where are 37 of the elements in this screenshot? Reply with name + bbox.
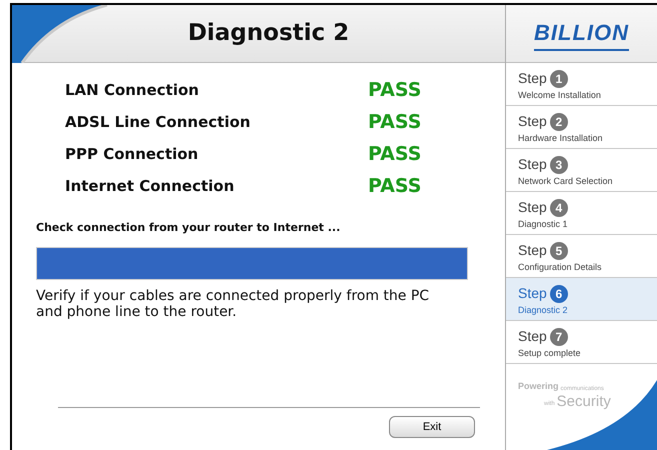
step-description: Diagnostic 1: [518, 218, 569, 231]
step-description: Network Card Selection: [518, 175, 614, 188]
step-description: Diagnostic 2: [518, 304, 569, 317]
step-description: Hardware Installation: [518, 132, 604, 145]
step-number: 4: [550, 198, 568, 216]
step-number: 2: [550, 112, 568, 130]
step-description: Configuration Details: [518, 261, 603, 274]
step-label: Step: [518, 69, 547, 88]
step-number: 3: [550, 156, 568, 174]
step-item[interactable]: Step 6 Diagnostic 2: [506, 278, 657, 321]
exit-button[interactable]: Exit: [389, 416, 475, 438]
tagline-text: Security: [556, 394, 611, 408]
step-label: Step: [518, 327, 547, 346]
check-result: PASS: [368, 142, 422, 168]
step-description: Setup complete: [518, 347, 582, 360]
step-number: 7: [550, 328, 568, 346]
tagline-text: Powering: [518, 380, 559, 393]
help-message: Verify if your cables are connected properly from the PC and phone line to the router.: [36, 288, 430, 320]
status-text: Check connection from your router to Internet ...: [36, 220, 342, 236]
step-label: Step: [518, 112, 547, 131]
step-label: Step: [518, 284, 547, 303]
check-label: PPP Connection: [65, 144, 200, 166]
check-result: PASS: [368, 110, 422, 136]
logo: BILLION: [534, 16, 629, 51]
step-label: Step: [518, 155, 547, 174]
check-result: PASS: [368, 174, 422, 200]
check-label: Internet Connection: [65, 176, 236, 198]
step-number: 6: [550, 284, 568, 302]
step-number: 1: [550, 70, 568, 88]
page-title: Diagnostic 2: [188, 19, 350, 48]
step-label: Step: [518, 241, 547, 260]
check-label: LAN Connection: [65, 80, 200, 102]
check-result: PASS: [368, 78, 422, 104]
step-description: Welcome Installation: [518, 89, 602, 102]
step-number: 5: [550, 242, 568, 260]
step-label: Step: [518, 198, 547, 217]
check-label: ADSL Line Connection: [65, 112, 252, 134]
